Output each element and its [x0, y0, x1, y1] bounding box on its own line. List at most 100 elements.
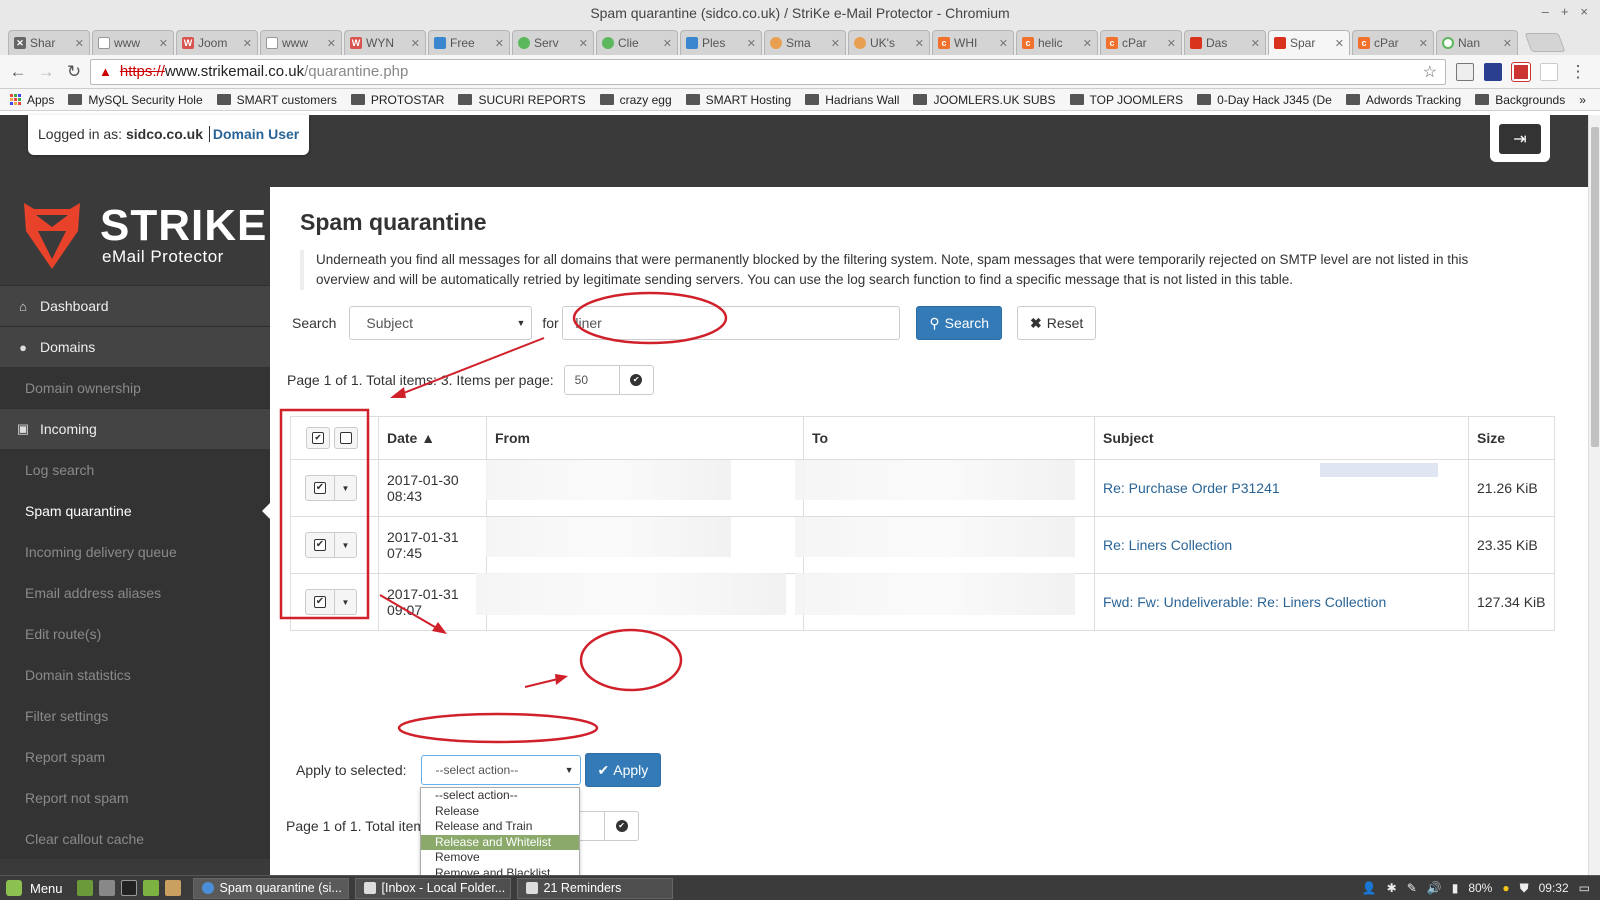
nav-log-search[interactable]: Log search	[0, 449, 270, 490]
row-actions-dropdown[interactable]: ▼	[335, 532, 357, 558]
nav-email-address-aliases[interactable]: Email address aliases	[0, 572, 270, 613]
tab-close-icon[interactable]: ✕	[243, 37, 252, 50]
security-warning-icon[interactable]: ▲	[99, 64, 112, 79]
browser-tab[interactable]: Das ✕	[1184, 30, 1266, 55]
night-light-icon[interactable]: ●	[1502, 881, 1509, 895]
maximize-icon[interactable]: +	[1561, 4, 1569, 19]
browser-tab[interactable]: www ✕	[92, 30, 174, 55]
back-icon[interactable]: ←	[6, 60, 30, 84]
tab-close-icon[interactable]: ✕	[327, 37, 336, 50]
show-desktop-icon[interactable]	[76, 880, 93, 896]
browser-tab[interactable]: c cPar ✕	[1100, 30, 1182, 55]
search-button[interactable]: ⚲ Search	[916, 306, 1002, 340]
items-per-page-apply[interactable]: ✔	[619, 365, 654, 395]
tab-close-icon[interactable]: ✕	[747, 37, 756, 50]
action-option[interactable]: Remove	[421, 850, 579, 866]
taskbar-task-thunderbird[interactable]: [Inbox - Local Folder...	[354, 877, 511, 899]
row-actions-dropdown[interactable]: ▼	[335, 589, 357, 615]
row-actions-dropdown[interactable]: ▼	[335, 475, 357, 501]
taskbar-task-reminders[interactable]: 21 Reminders	[516, 877, 673, 899]
tab-close-icon[interactable]: ✕	[1503, 37, 1512, 50]
tab-close-icon[interactable]: ✕	[159, 37, 168, 50]
page-scrollbar[interactable]	[1588, 115, 1600, 875]
camera-icon[interactable]	[98, 880, 115, 896]
close-icon[interactable]: ×	[1580, 4, 1588, 19]
bookmark-star-icon[interactable]: ☆	[1423, 62, 1437, 82]
scrollbar-thumb[interactable]	[1591, 127, 1599, 447]
tab-close-icon[interactable]: ✕	[1083, 37, 1092, 50]
tab-close-icon[interactable]: ✕	[579, 37, 588, 50]
clock[interactable]: 09:32	[1539, 881, 1569, 895]
row-checkbox[interactable]: ✔	[305, 589, 335, 615]
files-icon[interactable]	[142, 880, 159, 896]
action-option-highlighted[interactable]: Release and Whitelist	[421, 834, 579, 850]
nav-incoming-delivery-queue[interactable]: Incoming delivery queue	[0, 531, 270, 572]
desktop-icon[interactable]: ▭	[1579, 881, 1590, 895]
nav-dashboard[interactable]: ⌂ Dashboard	[0, 285, 270, 326]
battery-icon[interactable]: ▮	[1452, 881, 1459, 895]
action-option[interactable]: Release	[421, 804, 579, 820]
bookmark-folder[interactable]: crazy egg	[599, 93, 672, 107]
items-per-page-apply-bottom[interactable]: ✔	[605, 811, 640, 841]
tab-close-icon[interactable]: ✕	[1167, 37, 1176, 50]
browser-tab-active[interactable]: Spar ✕	[1268, 30, 1350, 55]
nav-domains[interactable]: ● Domains	[0, 326, 270, 367]
taskbar-task-chromium[interactable]: Spam quarantine (si...	[192, 877, 349, 899]
tab-close-icon[interactable]: ✕	[999, 37, 1008, 50]
bookmark-folder[interactable]: 0-Day Hack J345 (De	[1197, 93, 1332, 107]
browser-tab[interactable]: W Joom ✕	[176, 30, 258, 55]
user-role-link[interactable]: Domain User	[208, 126, 300, 142]
url-input[interactable]: ▲ https:// www.strikemail.co.uk /quarant…	[90, 58, 1446, 85]
browser-tab[interactable]: W WYN ✕	[344, 30, 426, 55]
tab-close-icon[interactable]: ✕	[495, 37, 504, 50]
browser-tab[interactable]: Ples ✕	[680, 30, 762, 55]
terminal-icon[interactable]	[120, 880, 137, 896]
action-select[interactable]: --select action-- ▼	[420, 755, 581, 785]
nav-incoming[interactable]: ▣ Incoming	[0, 408, 270, 449]
bookmark-folder[interactable]: Hadrians Wall	[805, 93, 899, 107]
nav-domain-statistics[interactable]: Domain statistics	[0, 654, 270, 695]
tab-close-icon[interactable]: ✕	[1251, 37, 1260, 50]
browser-tab[interactable]: Sma ✕	[764, 30, 846, 55]
archive-icon[interactable]	[164, 880, 181, 896]
browser-tab[interactable]: Serv ✕	[512, 30, 594, 55]
bookmark-folder[interactable]: TOP JOOMLERS	[1069, 93, 1183, 107]
row-checkbox[interactable]: ✔	[305, 532, 335, 558]
tab-close-icon[interactable]: ✕	[411, 37, 420, 50]
nav-clear-callout-cache[interactable]: Clear callout cache	[0, 818, 270, 859]
search-input[interactable]: liner	[562, 306, 901, 340]
nav-edit-routes[interactable]: Edit route(s)	[0, 613, 270, 654]
row-subject-link[interactable]: Re: Purchase Order P31241	[1103, 480, 1280, 496]
search-field-select[interactable]: Subject ▼	[349, 306, 533, 340]
select-all-icon[interactable]: ✔	[306, 427, 330, 449]
apply-button[interactable]: ✔ Apply	[584, 753, 662, 787]
tab-close-icon[interactable]: ✕	[831, 37, 840, 50]
browser-tab[interactable]: Nan ✕	[1436, 30, 1518, 55]
bookmark-folder[interactable]: Backgrounds	[1475, 93, 1565, 107]
tab-close-icon[interactable]: ✕	[663, 37, 672, 50]
logout-icon[interactable]: ⇥	[1499, 123, 1541, 154]
volume-icon[interactable]: 🔊	[1427, 881, 1442, 895]
bookmark-folder[interactable]: MySQL Security Hole	[68, 93, 203, 107]
bluetooth-icon[interactable]: ✱	[1387, 881, 1397, 895]
tab-close-icon[interactable]: ✕	[1335, 37, 1344, 50]
browser-tab[interactable]: UK's ✕	[848, 30, 930, 55]
nav-spam-quarantine[interactable]: Spam quarantine	[0, 490, 270, 531]
nav-report-not-spam[interactable]: Report not spam	[0, 777, 270, 818]
browser-tab[interactable]: ✕ Shar ✕	[8, 30, 90, 55]
browser-tab[interactable]: www ✕	[260, 30, 342, 55]
pen-icon[interactable]: ✎	[1407, 881, 1417, 895]
items-per-page-input[interactable]: 50	[563, 365, 620, 395]
tab-close-icon[interactable]: ✕	[75, 37, 84, 50]
browser-tab[interactable]: c helic ✕	[1016, 30, 1098, 55]
bookmark-folder[interactable]: JOOMLERS.UK SUBS	[913, 93, 1056, 107]
bookmark-folder[interactable]: Adwords Tracking	[1345, 93, 1461, 107]
nav-filter-settings[interactable]: Filter settings	[0, 695, 270, 736]
reset-button[interactable]: ✖ Reset	[1016, 306, 1097, 340]
minimize-icon[interactable]: –	[1542, 4, 1549, 19]
nav-domain-ownership[interactable]: Domain ownership	[0, 367, 270, 408]
new-tab-button[interactable]	[1524, 33, 1566, 52]
extension-icon[interactable]	[1484, 62, 1502, 81]
row-checkbox[interactable]: ✔	[305, 475, 335, 501]
browser-tab[interactable]: c WHI ✕	[932, 30, 1014, 55]
